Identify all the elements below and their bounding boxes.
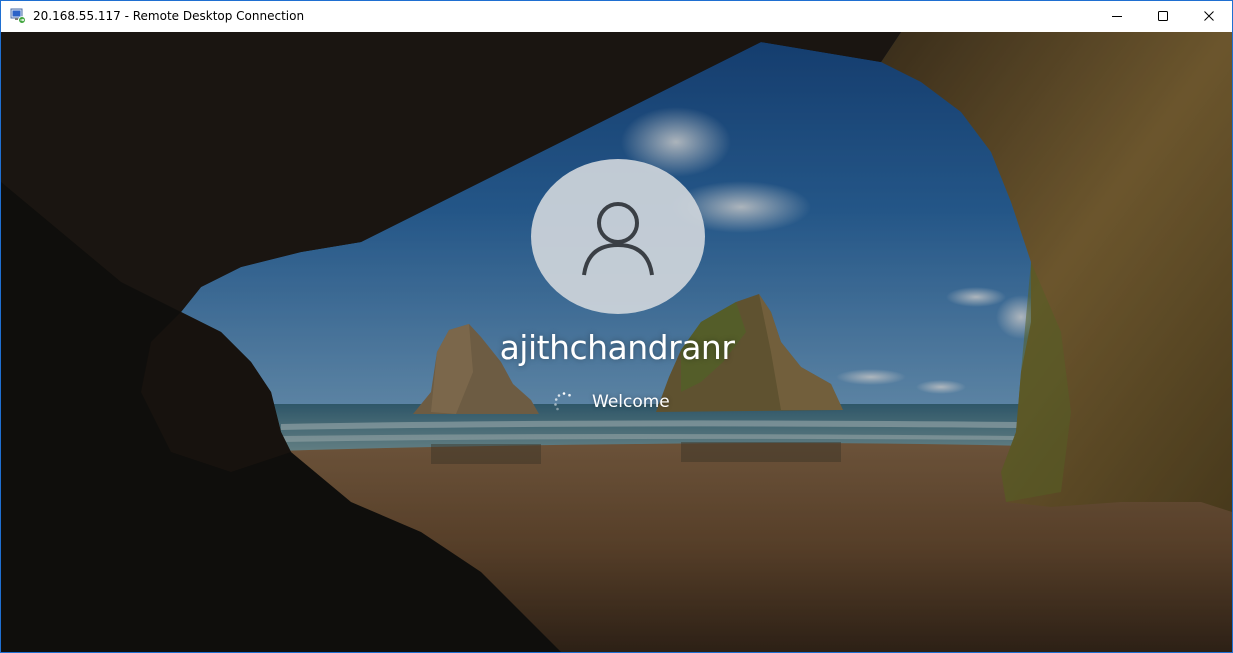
- remote-session-screen[interactable]: ajithchandranr Welcome: [1, 32, 1232, 652]
- title-bar[interactable]: 20.168.55.117 - Remote Desktop Connectio…: [1, 1, 1232, 32]
- minimize-button[interactable]: [1094, 1, 1140, 32]
- user-avatar: [531, 159, 705, 314]
- welcome-text: Welcome: [592, 392, 670, 412]
- user-icon: [576, 193, 660, 281]
- welcome-status: Welcome: [553, 389, 670, 415]
- loading-spinner-icon: [553, 391, 575, 413]
- close-button[interactable]: [1186, 1, 1232, 32]
- remote-desktop-window: 20.168.55.117 - Remote Desktop Connectio…: [0, 0, 1233, 653]
- remote-desktop-icon[interactable]: [10, 8, 26, 24]
- maximize-button[interactable]: [1140, 1, 1186, 32]
- close-icon: [1203, 7, 1215, 26]
- maximize-icon: [1157, 7, 1169, 26]
- window-title: 20.168.55.117 - Remote Desktop Connectio…: [33, 9, 305, 23]
- minimize-icon: [1111, 7, 1123, 26]
- username-label: ajithchandranr: [499, 328, 735, 367]
